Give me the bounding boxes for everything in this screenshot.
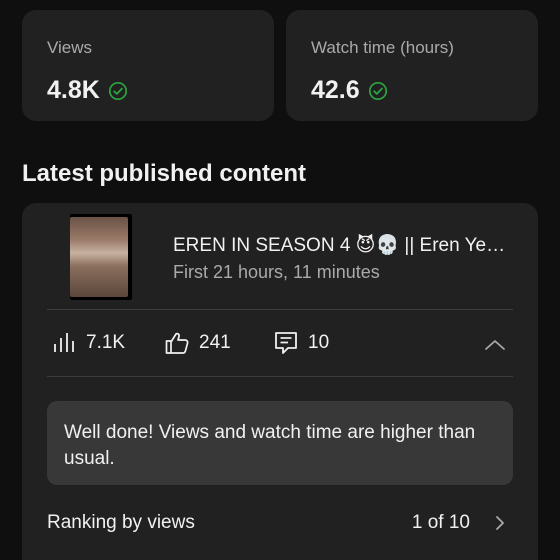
comments-metric-value: 10: [308, 332, 330, 353]
divider: [47, 376, 513, 377]
views-stat-value-row: 4.8K: [47, 76, 128, 105]
banner-text: Well done! Views and watch time are high…: [64, 422, 476, 469]
ranking-value: 1 of 10: [411, 512, 470, 533]
video-thumbnail-image: [70, 217, 128, 297]
check-circle-icon: [368, 81, 387, 100]
views-metric-value: 7.1K: [86, 332, 126, 353]
ranking-label: Ranking by views: [47, 512, 195, 533]
watch-time-stat-card[interactable]: Watch time (hours) 42.6: [286, 10, 538, 121]
ranking-row[interactable]: Ranking by views 1 of 10: [47, 508, 513, 538]
views-stat-label: Views: [47, 38, 93, 57]
analytics-page: Views 4.8K Watch time (hours) 42.6 Lates…: [0, 0, 560, 560]
watch-time-stat-value: 42.6: [311, 76, 360, 104]
thumbs-up-icon: [165, 332, 189, 354]
video-subtitle: First 21 hours, 11 minutes: [173, 262, 380, 282]
performance-banner: Well done! Views and watch time are high…: [47, 401, 513, 485]
likes-metric-value: 241: [199, 332, 231, 353]
divider: [47, 309, 513, 310]
video-title[interactable]: EREN IN SEASON 4 😈💀 || Eren Yeager: [173, 233, 513, 257]
chevron-right-icon[interactable]: [491, 514, 509, 532]
likes-metric: 241: [164, 330, 231, 356]
latest-content-card: EREN IN SEASON 4 😈💀 || Eren Yeager First…: [22, 203, 538, 560]
views-stat-value: 4.8K: [47, 76, 100, 104]
views-metric: 7.1K: [51, 330, 125, 356]
bar-chart-icon: [54, 333, 74, 352]
comments-metric: 10: [273, 330, 329, 356]
watch-time-stat-value-row: 42.6: [311, 76, 388, 105]
section-title: Latest published content: [22, 160, 307, 187]
check-circle-icon: [108, 81, 127, 100]
chevron-up-icon[interactable]: [483, 333, 507, 357]
comment-icon: [275, 332, 297, 354]
watch-time-stat-label: Watch time (hours): [311, 38, 454, 57]
video-thumbnail[interactable]: [70, 214, 132, 300]
views-stat-card[interactable]: Views 4.8K: [22, 10, 274, 121]
